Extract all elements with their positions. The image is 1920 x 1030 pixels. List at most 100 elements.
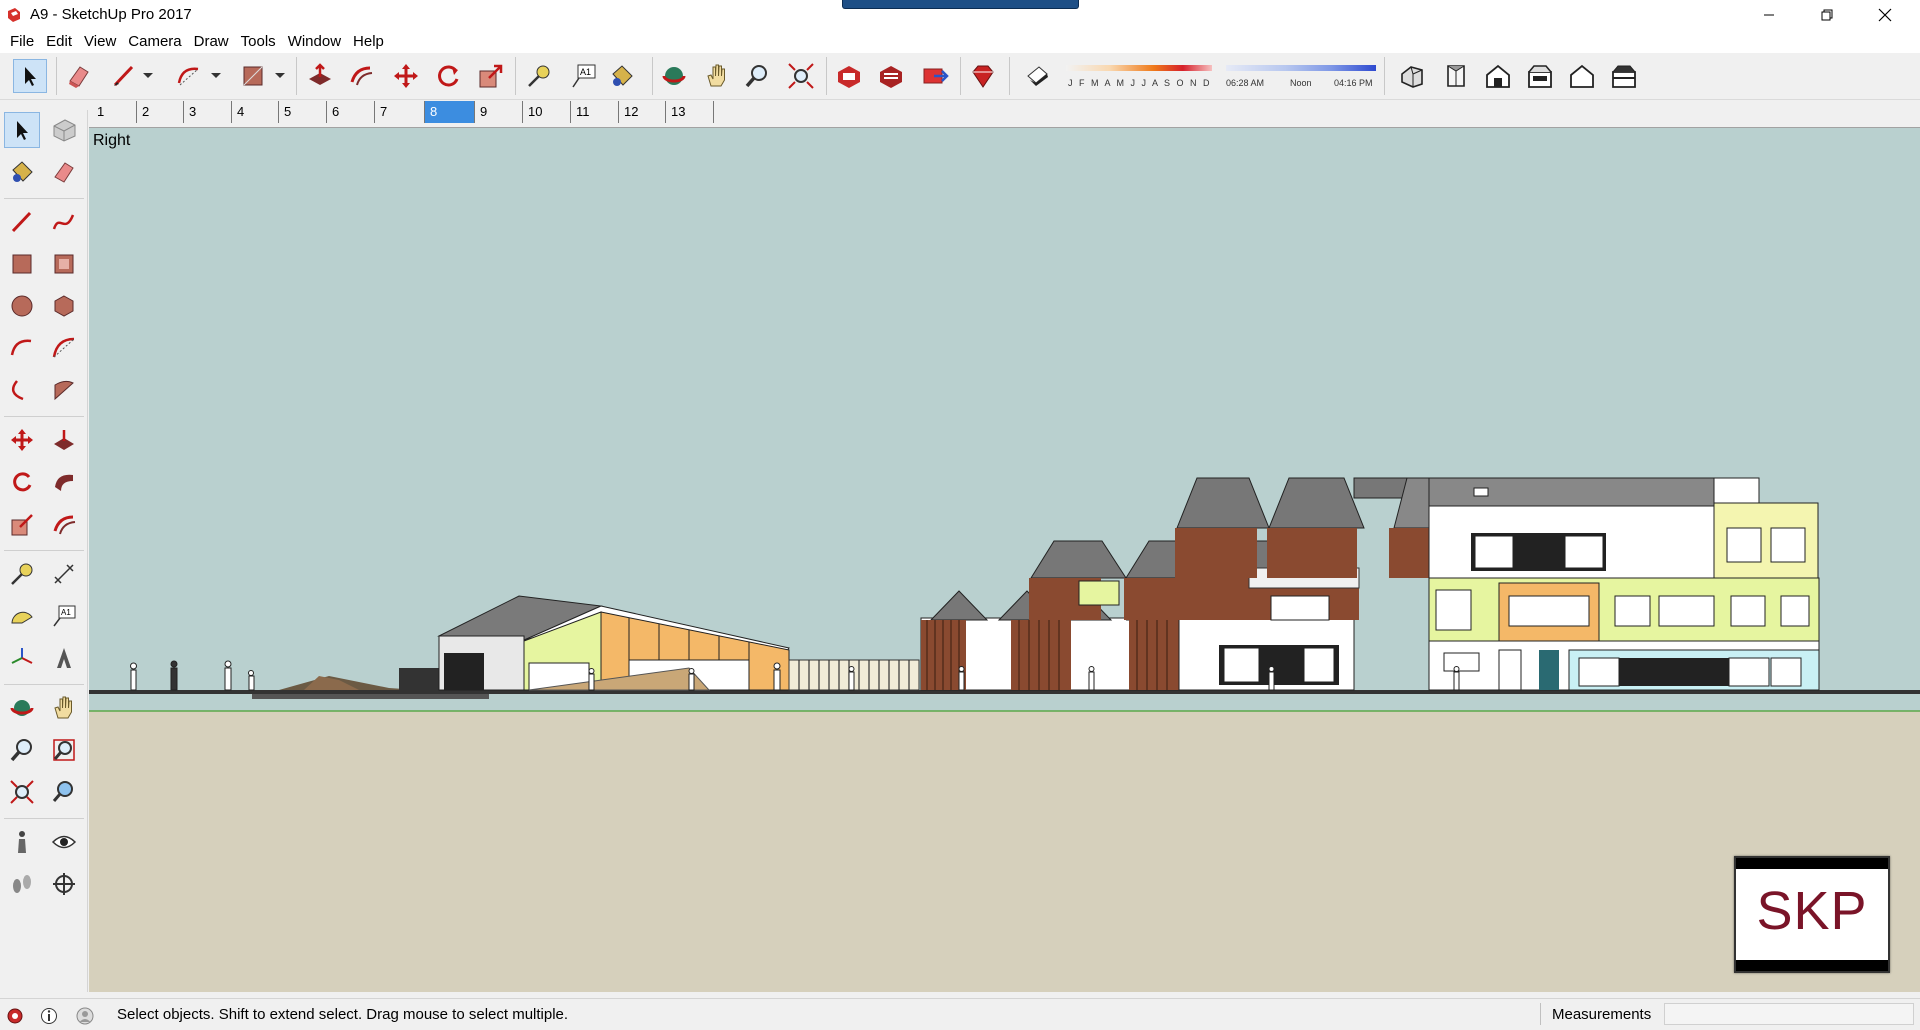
- rectangle-dropdown[interactable]: [270, 59, 290, 93]
- menu-window[interactable]: Window: [284, 33, 349, 50]
- line-tool-button[interactable]: [107, 59, 141, 93]
- freehand-tool-button[interactable]: [46, 204, 82, 240]
- iso-view-button[interactable]: [1396, 59, 1430, 93]
- paint-bucket-tool-button[interactable]: [605, 59, 639, 93]
- look-around-tool-button[interactable]: [46, 824, 82, 860]
- geo-location-icon[interactable]: [6, 1007, 24, 1025]
- scene-tab-8[interactable]: 8: [425, 101, 475, 123]
- walk-tool-button[interactable]: [4, 866, 40, 902]
- scene-tab-10[interactable]: 10: [523, 101, 571, 123]
- make-component-button[interactable]: [46, 112, 82, 148]
- 3d-warehouse-button[interactable]: [832, 59, 866, 93]
- push-pull-tool-button[interactable]: [303, 59, 337, 93]
- top-view-button[interactable]: [1439, 59, 1473, 93]
- orbit-tool-button[interactable]: [657, 59, 691, 93]
- back-view-button[interactable]: [1565, 59, 1599, 93]
- shadows-toggle-button[interactable]: [1021, 59, 1055, 93]
- scene-tab-7[interactable]: 7: [375, 101, 425, 123]
- zoom-window-tool-button[interactable]: [46, 732, 82, 768]
- scene-tab-5[interactable]: 5: [279, 101, 327, 123]
- text-tool-button[interactable]: A1: [566, 59, 600, 93]
- pan-tool-button[interactable]: [46, 690, 82, 726]
- extension-warehouse-button[interactable]: [874, 59, 908, 93]
- two-point-arc-tool-button[interactable]: [46, 330, 82, 366]
- pan-icon: [54, 696, 72, 719]
- scene-tab-12[interactable]: 12: [619, 101, 666, 123]
- rotate-tool-button[interactable]: [4, 464, 40, 500]
- zoom-extents-tool-button[interactable]: [4, 774, 40, 810]
- pan-tool-button[interactable]: [700, 59, 734, 93]
- zoom-tool-button[interactable]: [4, 732, 40, 768]
- position-camera-tool-button[interactable]: [4, 824, 40, 860]
- menu-view[interactable]: View: [80, 33, 124, 50]
- arc-dropdown[interactable]: [206, 59, 226, 93]
- follow-me-tool-button[interactable]: [345, 59, 379, 93]
- move-tool-button[interactable]: [4, 422, 40, 458]
- scene-tab-3[interactable]: 3: [184, 101, 232, 123]
- menu-bar: File Edit View Camera Draw Tools Window …: [0, 29, 1920, 53]
- menu-help[interactable]: Help: [349, 33, 392, 50]
- scene-tab-1[interactable]: 1: [92, 101, 137, 123]
- eraser-tool-button[interactable]: [62, 59, 96, 93]
- move-tool-button[interactable]: [389, 59, 423, 93]
- scale-tool-button[interactable]: [4, 506, 40, 542]
- section-plane-tool-button[interactable]: [46, 866, 82, 902]
- scene-tab-13[interactable]: 13: [666, 101, 714, 123]
- left-view-button[interactable]: [1607, 59, 1641, 93]
- line-dropdown[interactable]: [138, 59, 158, 93]
- restore-button[interactable]: [1798, 0, 1856, 29]
- scene-tab-9[interactable]: 9: [475, 101, 523, 123]
- arc-tool-button[interactable]: [172, 59, 206, 93]
- paint-bucket-tool-button[interactable]: [4, 154, 40, 190]
- follow-me-tool-button[interactable]: [46, 464, 82, 500]
- three-point-arc-tool-button[interactable]: [4, 372, 40, 408]
- arc-tool-button[interactable]: [4, 330, 40, 366]
- send-to-layout-button[interactable]: [918, 59, 952, 93]
- menu-camera[interactable]: Camera: [124, 33, 189, 50]
- orbit-tool-button[interactable]: [4, 690, 40, 726]
- tape-measure-tool-button[interactable]: [4, 556, 40, 592]
- previous-view-tool-button[interactable]: [46, 774, 82, 810]
- eraser-tool-button[interactable]: [46, 154, 82, 190]
- menu-edit[interactable]: Edit: [42, 33, 80, 50]
- zoom-tool-button[interactable]: [740, 59, 774, 93]
- axes-tool-button[interactable]: [4, 640, 40, 676]
- select-tool-button[interactable]: [4, 112, 40, 148]
- protractor-tool-button[interactable]: [4, 598, 40, 634]
- rotate-tool-button[interactable]: [431, 59, 465, 93]
- zoom-extents-tool-button[interactable]: [784, 59, 818, 93]
- shadow-time-slider[interactable]: 06:28 AM Noon 04:16 PM: [1226, 61, 1376, 93]
- push-pull-tool-button[interactable]: [46, 422, 82, 458]
- scene-tab-6[interactable]: 6: [327, 101, 375, 123]
- info-icon[interactable]: [40, 1007, 58, 1025]
- minimize-button[interactable]: [1740, 0, 1798, 29]
- rectangle-tool-button[interactable]: [236, 59, 270, 93]
- extension-manager-button[interactable]: [966, 59, 1000, 93]
- tape-measure-tool-button[interactable]: [522, 59, 556, 93]
- measurements-input[interactable]: [1664, 1003, 1914, 1025]
- line-tool-button[interactable]: [4, 204, 40, 240]
- menu-tools[interactable]: Tools: [237, 33, 284, 50]
- pie-tool-button[interactable]: [46, 372, 82, 408]
- menu-draw[interactable]: Draw: [190, 33, 237, 50]
- close-button[interactable]: [1856, 0, 1914, 29]
- 3d-text-tool-button[interactable]: [46, 640, 82, 676]
- rectangle-tool-button[interactable]: [4, 246, 40, 282]
- scene-tab-11[interactable]: 11: [571, 101, 619, 123]
- model-viewport[interactable]: Right: [89, 127, 1920, 992]
- scene-tab-4[interactable]: 4: [232, 101, 279, 123]
- dimension-tool-button[interactable]: [46, 556, 82, 592]
- right-view-button[interactable]: [1523, 59, 1557, 93]
- front-view-button[interactable]: [1481, 59, 1515, 93]
- polygon-tool-button[interactable]: [46, 288, 82, 324]
- rotated-rectangle-tool-button[interactable]: [46, 246, 82, 282]
- scale-tool-button[interactable]: [474, 59, 508, 93]
- offset-tool-button[interactable]: [46, 506, 82, 542]
- shadow-date-slider[interactable]: J F M A M J J A S O N D: [1066, 61, 1214, 93]
- select-tool-button[interactable]: [13, 59, 47, 93]
- scene-tab-2[interactable]: 2: [137, 101, 184, 123]
- text-tool-button[interactable]: A1: [46, 598, 82, 634]
- user-account-icon[interactable]: [76, 1007, 94, 1025]
- menu-file[interactable]: File: [6, 33, 42, 50]
- circle-tool-button[interactable]: [4, 288, 40, 324]
